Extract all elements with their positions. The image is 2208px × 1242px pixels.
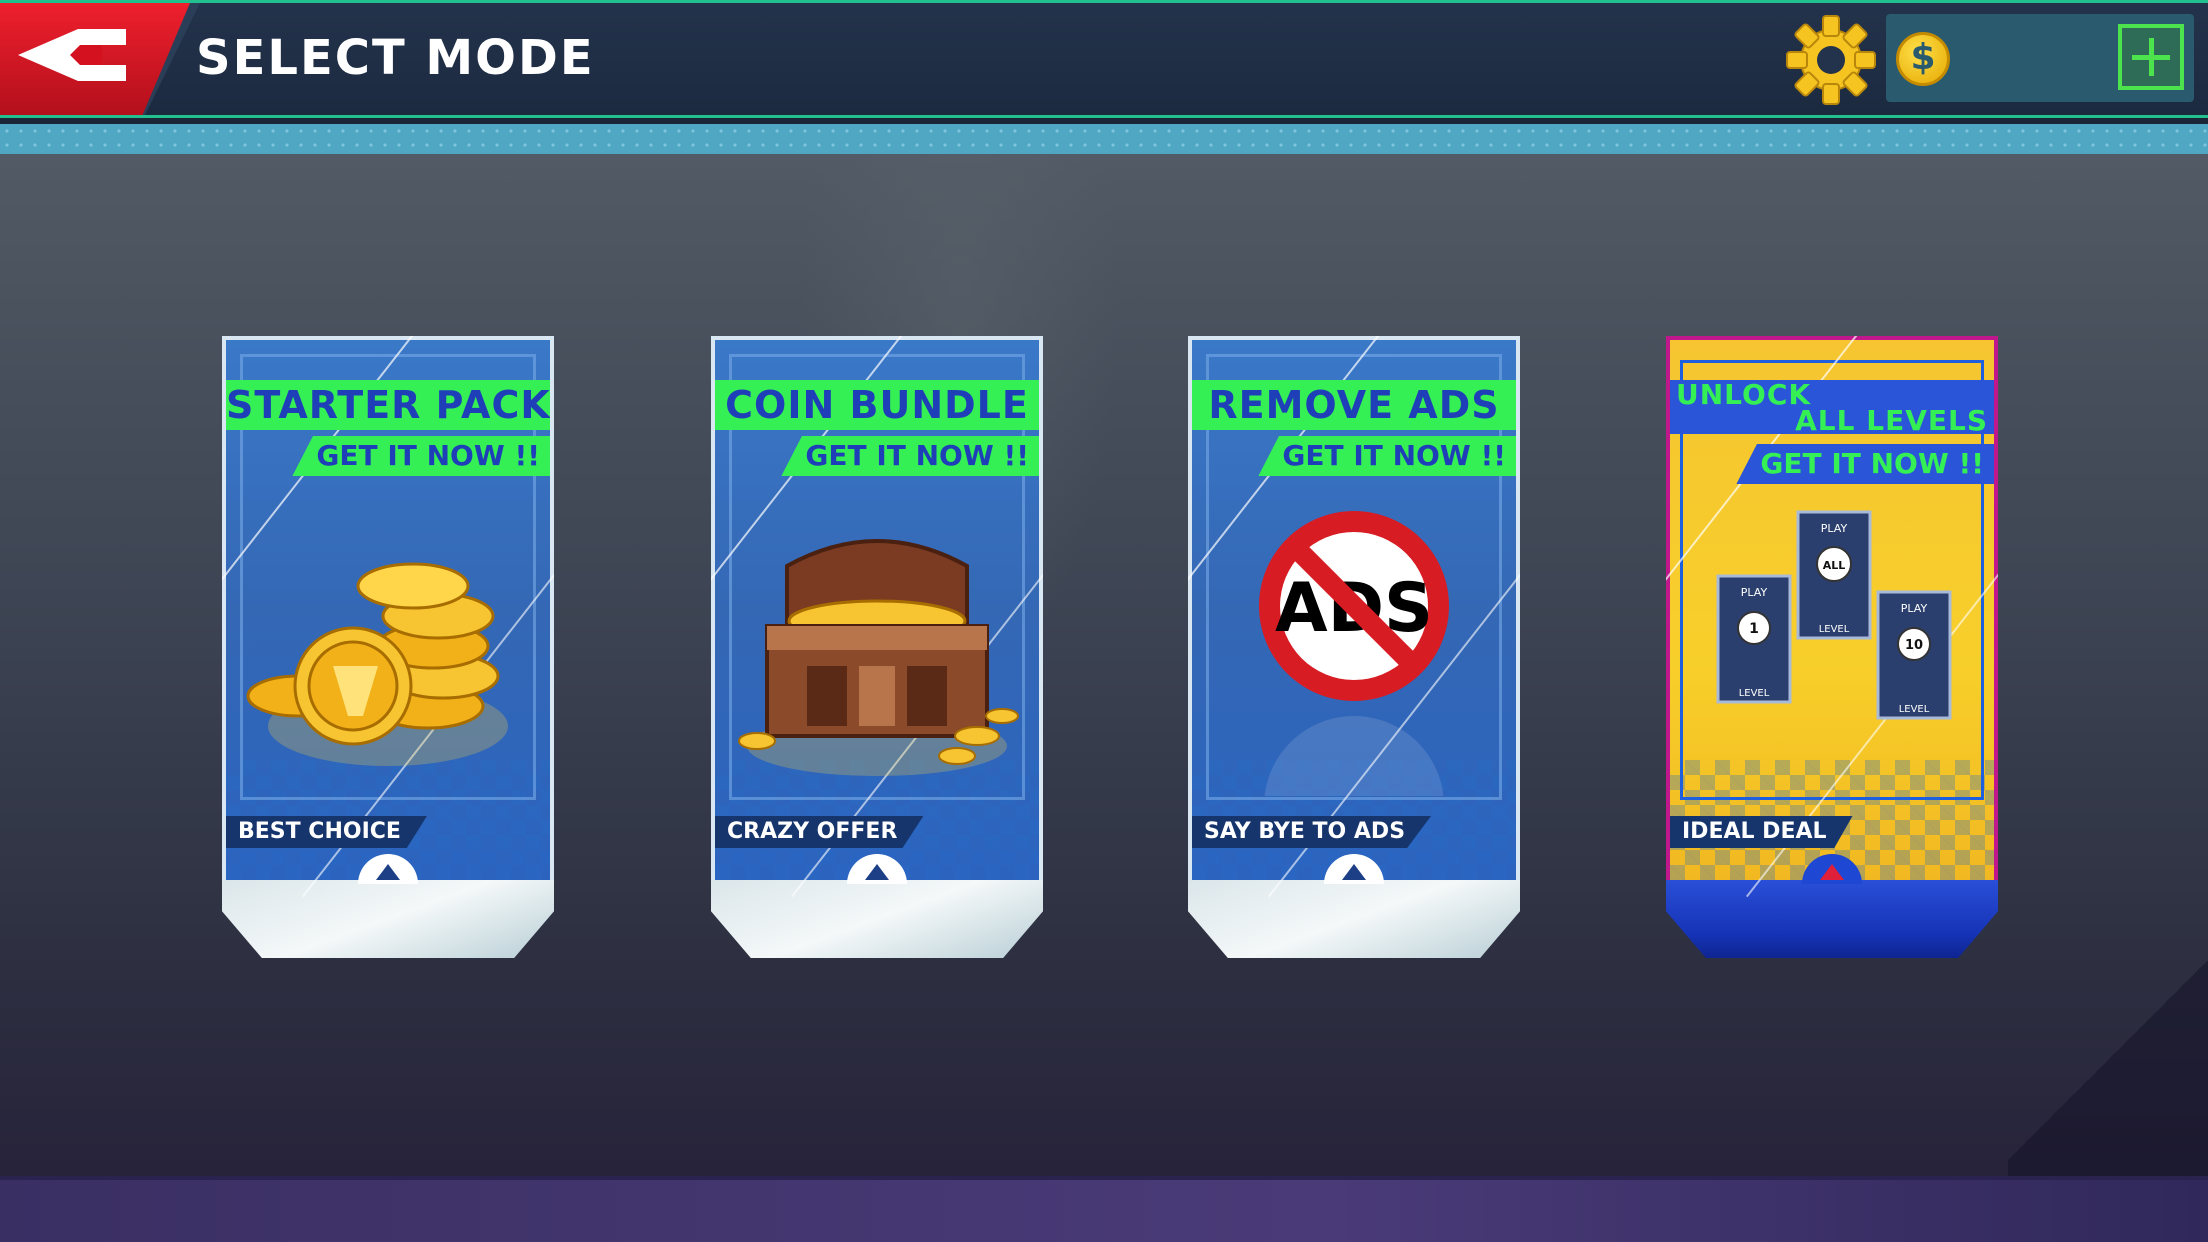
settings-button[interactable] [1785,14,1877,106]
get-it-now-label: GET IT NOW !! [1736,444,1994,484]
treasure-chest-icon [738,539,1019,776]
coin-balance: $ [1886,14,2194,102]
offer-name: UNLOCK ALL LEVELS [1670,380,1994,434]
level-card-1: PLAY 1 LEVEL [1716,574,1792,704]
get-it-now-label: GET IT NOW !! [781,436,1039,476]
level-card-3: PLAY 10 LEVEL [1876,590,1952,720]
bottom-strip [0,1176,2208,1242]
svg-text:PLAY: PLAY [1821,522,1848,535]
offer-card-remove-ads[interactable]: ADS REMOVE ADS GET IT NOW !! SAY BYE TO … [1188,336,1520,960]
offer-tag: SAY BYE TO ADS [1192,816,1432,848]
svg-text:ALL: ALL [1823,559,1846,572]
offer-name: COIN BUNDLE [715,380,1039,430]
offer-name: REMOVE ADS [1192,380,1516,430]
gear-icon [1786,15,1876,105]
gold-coins-icon [246,562,508,766]
get-it-now-label: GET IT NOW !! [1258,436,1516,476]
coin-icon: $ [1896,32,1950,86]
get-it-now-label: GET IT NOW !! [292,436,550,476]
offer-tag: CRAZY OFFER [715,816,924,848]
add-coins-button[interactable] [2118,24,2184,90]
page-title: SELECT MODE [196,30,595,86]
offer-name-line-2: ALL LEVELS [1795,404,1988,435]
offer-card-unlock-all-levels[interactable]: PLAY 1 LEVEL PLAY ALL LEVEL PLAY 10 LEVE… [1666,336,1998,960]
no-ads-icon: ADS [1259,511,1449,796]
level-cards-icon: PLAY 1 LEVEL PLAY ALL LEVEL PLAY 10 LEVE… [1716,510,1952,720]
offer-name: STARTER PACK [226,380,550,430]
level-card-2: PLAY ALL LEVEL [1796,510,1872,640]
svg-text:1: 1 [1749,621,1759,637]
offer-tag: BEST CHOICE [226,816,427,848]
svg-text:LEVEL: LEVEL [1899,704,1930,715]
background-wedge [2008,940,2208,1180]
svg-text:10: 10 [1905,638,1923,653]
offer-card-starter-pack[interactable]: STARTER PACK GET IT NOW !! BEST CHOICE [222,336,554,960]
offer-tag: IDEAL DEAL [1670,816,1853,848]
svg-text:PLAY: PLAY [1901,602,1928,615]
back-arrow-icon [18,29,126,81]
svg-text:LEVEL: LEVEL [1819,624,1850,635]
top-bar-band [0,124,2208,154]
offer-card-coin-bundle[interactable]: COIN BUNDLE GET IT NOW !! CRAZY OFFER [711,336,1043,960]
svg-text:PLAY: PLAY [1741,586,1768,599]
svg-text:LEVEL: LEVEL [1739,688,1770,699]
